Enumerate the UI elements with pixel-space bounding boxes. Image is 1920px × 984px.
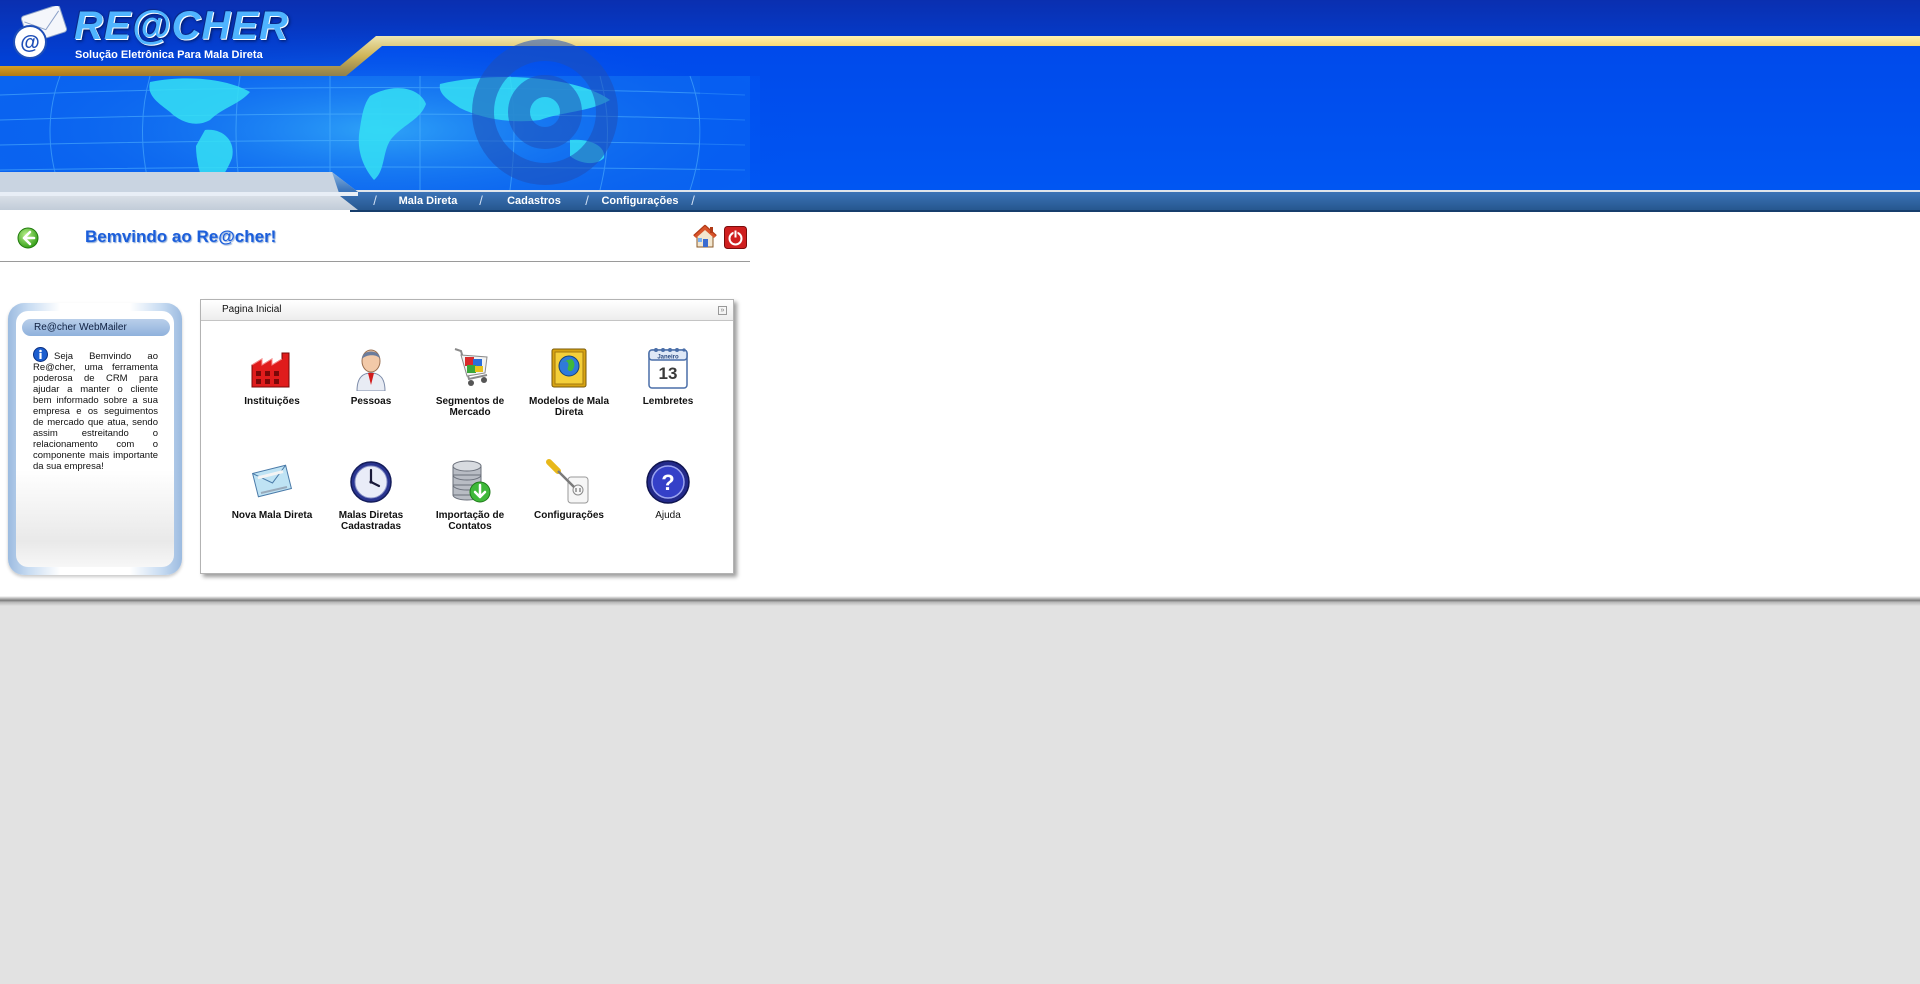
tile-pessoas[interactable]: Pessoas (323, 345, 419, 407)
svg-text:@: @ (20, 32, 40, 54)
envelope-icon (251, 464, 293, 498)
nav-separator: / (585, 193, 589, 208)
tile-nova-mala-direta[interactable]: Nova Mala Direta (224, 459, 320, 521)
tile-label: Pessoas (350, 396, 392, 407)
main-nav: / Mala Direta / Cadastros / Configuraçõe… (370, 193, 698, 211)
tile-label: Ajuda (655, 510, 681, 521)
svg-text:?: ? (661, 470, 674, 495)
page-title: Bemvindo ao Re@cher! (85, 227, 277, 246)
tile-importacao-de-contatos[interactable]: Importação de Contatos (422, 459, 518, 532)
tile-label: Instituições (244, 396, 300, 407)
tile-instituicoes[interactable]: Instituições (224, 345, 320, 407)
logo-tagline: Solução Eletrônica Para Mala Direta (75, 49, 263, 61)
tile-label: Segmentos de Mercado (435, 396, 505, 418)
info-panel-description: Seja Bemvindo ao Re@cher, uma ferramenta… (33, 351, 158, 472)
info-icon (33, 347, 48, 362)
nav-separator: / (479, 193, 483, 208)
tile-segmentos-de-mercado[interactable]: Segmentos de Mercado (422, 345, 518, 418)
factory-icon (251, 352, 290, 388)
screwdriver-icon (546, 459, 589, 504)
tile-lembretes[interactable]: Janeiro 13 Lembretes (620, 345, 716, 407)
info-panel-text: Seja Bemvindo ao Re@cher, uma ferramenta… (33, 347, 158, 472)
content-bottom-border (0, 596, 1920, 606)
nav-item-mala-direta[interactable]: Mala Direta (380, 193, 476, 211)
nav-item-cadastros[interactable]: Cadastros (486, 193, 582, 211)
nav-item-configuracoes[interactable]: Configurações (592, 193, 688, 211)
header-banner: @ RE@CHER Solução Eletrônica Para Mala D… (0, 0, 1920, 216)
tile-label: Importação de Contatos (435, 510, 505, 532)
home-icon[interactable] (692, 223, 718, 249)
database-import-icon (452, 460, 491, 503)
clock-icon (350, 461, 392, 503)
tile-modelos-de-mala-direta[interactable]: Modelos de Mala Direta (521, 345, 617, 418)
calendar-icon: Janeiro 13 (648, 348, 688, 389)
tile-ajuda[interactable]: ? Ajuda (620, 459, 716, 521)
nav-separator: / (373, 193, 377, 208)
title-divider (0, 261, 750, 262)
nav-separator: / (691, 193, 695, 208)
calendar-month: Janeiro (657, 355, 679, 361)
help-icon: ? (646, 460, 690, 504)
tile-configuracoes[interactable]: Configurações (521, 459, 617, 521)
back-arrow-icon[interactable] (17, 227, 39, 249)
logo-title: RE@CHER (74, 4, 289, 48)
calendar-day: 13 (659, 364, 678, 383)
person-icon (356, 349, 386, 391)
home-panel-header: Pagina Inicial » (201, 300, 733, 321)
power-icon[interactable] (724, 226, 747, 249)
info-panel-title: Re@cher WebMailer (22, 319, 170, 336)
tile-label: Lembretes (642, 396, 694, 407)
collapse-icon[interactable]: » (718, 306, 727, 315)
logo-envelope-icon: @ (13, 6, 68, 59)
tile-label: Modelos de Mala Direta (528, 396, 609, 418)
home-panel-title: Pagina Inicial (222, 304, 282, 315)
shopping-cart-icon (454, 348, 488, 386)
globe-book-icon (551, 348, 587, 388)
tile-label: Malas Diretas Cadastradas (338, 510, 404, 532)
home-panel: Pagina Inicial » Instituições Pessoas Se… (200, 299, 734, 574)
tile-label: Nova Mala Direta (231, 510, 313, 521)
tile-label: Configurações (533, 510, 604, 521)
tile-malas-diretas-cadastradas[interactable]: Malas Diretas Cadastradas (323, 459, 419, 532)
